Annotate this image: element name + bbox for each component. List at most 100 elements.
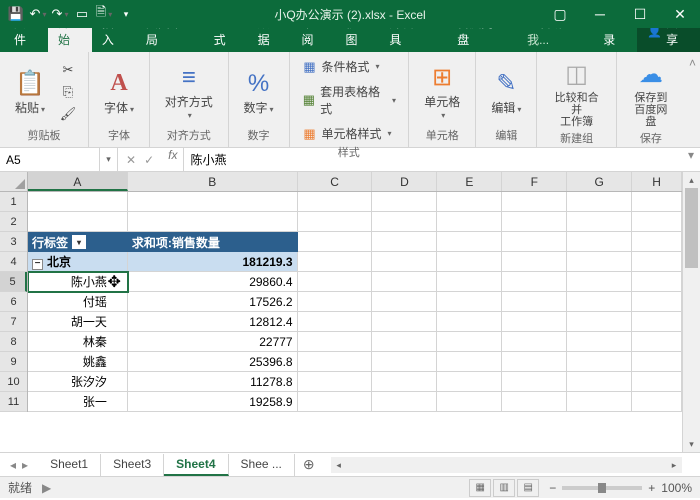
expand-formula-icon[interactable]: ▾ bbox=[682, 148, 700, 171]
row-header-2[interactable]: 2 bbox=[0, 212, 27, 232]
pivot-item-value[interactable]: 12812.4 bbox=[128, 312, 298, 332]
row-header-1[interactable]: 1 bbox=[0, 192, 27, 212]
pivot-filter-icon[interactable]: ▾ bbox=[72, 235, 86, 249]
sheet-tab-Sheet1[interactable]: Sheet1 bbox=[38, 454, 101, 476]
open-icon[interactable]: 🗎▾ bbox=[94, 4, 114, 24]
macro-record-icon[interactable]: ▶ bbox=[42, 481, 51, 495]
cell-F2[interactable] bbox=[502, 212, 567, 232]
cell-A2[interactable] bbox=[28, 212, 128, 232]
undo-icon[interactable]: ↶▾ bbox=[28, 4, 48, 24]
cell-H2[interactable] bbox=[632, 212, 682, 232]
cell-G2[interactable] bbox=[567, 212, 632, 232]
pivot-item-name[interactable]: 胡一天 bbox=[28, 312, 128, 332]
name-box-dropdown[interactable]: ▾ bbox=[100, 148, 118, 171]
cell-C1[interactable] bbox=[298, 192, 373, 212]
row-header-5[interactable]: 5 bbox=[0, 272, 27, 292]
cell-F1[interactable] bbox=[502, 192, 567, 212]
minimize-icon[interactable]: ─ bbox=[580, 0, 620, 28]
cell-H1[interactable] bbox=[632, 192, 682, 212]
copy-button[interactable]: ⎘ bbox=[56, 82, 80, 102]
page-break-button[interactable]: ▤ bbox=[517, 479, 539, 497]
pivot-item-name[interactable]: 林秦 bbox=[28, 332, 128, 352]
cell-styles-button[interactable]: ▦单元格样式▾ bbox=[298, 123, 401, 144]
col-header-A[interactable]: A bbox=[28, 172, 128, 191]
horizontal-scrollbar[interactable]: ◂▸ bbox=[331, 457, 682, 473]
editing-button[interactable]: ✎编辑▾ bbox=[484, 56, 528, 127]
cell-D2[interactable] bbox=[372, 212, 437, 232]
cut-button[interactable]: ✂ bbox=[56, 60, 80, 80]
save-icon[interactable]: 💾 bbox=[6, 4, 26, 24]
col-header-D[interactable]: D bbox=[372, 172, 437, 191]
pivot-item-value[interactable]: 22777 bbox=[128, 332, 298, 352]
col-header-B[interactable]: B bbox=[128, 172, 298, 191]
col-header-F[interactable]: F bbox=[502, 172, 567, 191]
pivot-item-value[interactable]: 17526.2 bbox=[128, 292, 298, 312]
cell-D1[interactable] bbox=[372, 192, 437, 212]
pivot-item-name[interactable]: 张汐汐 bbox=[28, 372, 128, 392]
row-header-8[interactable]: 8 bbox=[0, 332, 27, 352]
pivot-item-value[interactable]: 25396.8 bbox=[128, 352, 298, 372]
row-header-3[interactable]: 3 bbox=[0, 232, 27, 252]
row-header-11[interactable]: 11 bbox=[0, 392, 27, 412]
cell-A1[interactable] bbox=[28, 192, 128, 212]
conditional-format-button[interactable]: ▦条件格式▾ bbox=[298, 56, 401, 77]
number-button[interactable]: %数字▾ bbox=[237, 56, 281, 127]
col-header-C[interactable]: C bbox=[298, 172, 373, 191]
row-header-6[interactable]: 6 bbox=[0, 292, 27, 312]
page-layout-button[interactable]: ▥ bbox=[493, 479, 515, 497]
close-icon[interactable]: ✕ bbox=[660, 0, 700, 28]
col-header-H[interactable]: H bbox=[632, 172, 682, 191]
collapse-ribbon-icon[interactable]: ˄ bbox=[685, 52, 700, 147]
cell-B1[interactable] bbox=[128, 192, 298, 212]
pivot-item-value[interactable]: 19258.9 bbox=[128, 392, 298, 412]
maximize-icon[interactable]: ☐ bbox=[620, 0, 660, 28]
pivot-item-name[interactable]: 姚鑫 bbox=[28, 352, 128, 372]
vertical-scrollbar[interactable]: ▴ ▾ bbox=[682, 172, 700, 452]
col-header-G[interactable]: G bbox=[567, 172, 632, 191]
cells-button[interactable]: ⊞单元格▾ bbox=[417, 56, 467, 127]
zoom-in-button[interactable]: + bbox=[648, 481, 655, 495]
zoom-out-button[interactable]: − bbox=[549, 481, 556, 495]
select-all-corner[interactable] bbox=[0, 172, 28, 192]
row-header-10[interactable]: 10 bbox=[0, 372, 27, 392]
row-header-4[interactable]: 4 bbox=[0, 252, 27, 272]
pivot-item-name[interactable]: 张一 bbox=[28, 392, 128, 412]
save-baidu-button[interactable]: ☁保存到 百度网盘 bbox=[625, 56, 677, 130]
cell-E1[interactable] bbox=[437, 192, 502, 212]
normal-view-button[interactable]: ▦ bbox=[469, 479, 491, 497]
pivot-group-total[interactable]: 181219.3 bbox=[128, 252, 298, 272]
sheet-tab-Sheet4[interactable]: Sheet4 bbox=[164, 454, 228, 476]
pivot-item-name[interactable]: 陈小燕✥ bbox=[28, 272, 128, 292]
collapse-icon[interactable]: − bbox=[32, 259, 43, 270]
sheet-nav-next-icon[interactable]: ▸ bbox=[22, 458, 28, 472]
col-header-E[interactable]: E bbox=[437, 172, 502, 191]
font-button[interactable]: A字体▾ bbox=[97, 56, 141, 127]
sheet-nav-prev-icon[interactable]: ◂ bbox=[10, 458, 16, 472]
table-format-button[interactable]: ▦套用表格格式▾ bbox=[298, 81, 401, 119]
pivot-row-label-header[interactable]: 行标签▾ bbox=[28, 232, 128, 252]
pivot-item-name[interactable]: 付瑶 bbox=[28, 292, 128, 312]
pivot-item-value[interactable]: 29860.4 bbox=[128, 272, 298, 292]
name-box[interactable]: A5 bbox=[0, 148, 100, 171]
paste-button[interactable]: 📋 粘贴▾ bbox=[8, 56, 52, 127]
cell-G1[interactable] bbox=[567, 192, 632, 212]
new-icon[interactable]: ▭ bbox=[72, 4, 92, 24]
sheet-tab-Sheet3[interactable]: Sheet3 bbox=[101, 454, 164, 476]
ribbon-options-icon[interactable]: ▢ bbox=[540, 0, 580, 28]
format-painter-button[interactable]: 🖌 bbox=[56, 104, 80, 124]
cell-B2[interactable] bbox=[128, 212, 298, 232]
row-header-7[interactable]: 7 bbox=[0, 312, 27, 332]
formula-bar[interactable]: 陈小燕 bbox=[183, 148, 682, 171]
zoom-slider[interactable] bbox=[562, 486, 642, 490]
cell-C2[interactable] bbox=[298, 212, 373, 232]
align-button[interactable]: ≡对齐方式▾ bbox=[158, 56, 220, 127]
add-sheet-button[interactable]: ⊕ bbox=[295, 456, 323, 473]
row-header-9[interactable]: 9 bbox=[0, 352, 27, 372]
sheet-tab-Shee ...[interactable]: Shee ... bbox=[229, 454, 295, 476]
pivot-item-value[interactable]: 11278.8 bbox=[128, 372, 298, 392]
cell-E2[interactable] bbox=[437, 212, 502, 232]
qat-more-icon[interactable]: ▾ bbox=[116, 4, 136, 24]
pivot-group-beijing[interactable]: −北京 bbox=[28, 252, 128, 272]
redo-icon[interactable]: ↷▾ bbox=[50, 4, 70, 24]
fx-icon[interactable]: fx bbox=[162, 148, 183, 171]
